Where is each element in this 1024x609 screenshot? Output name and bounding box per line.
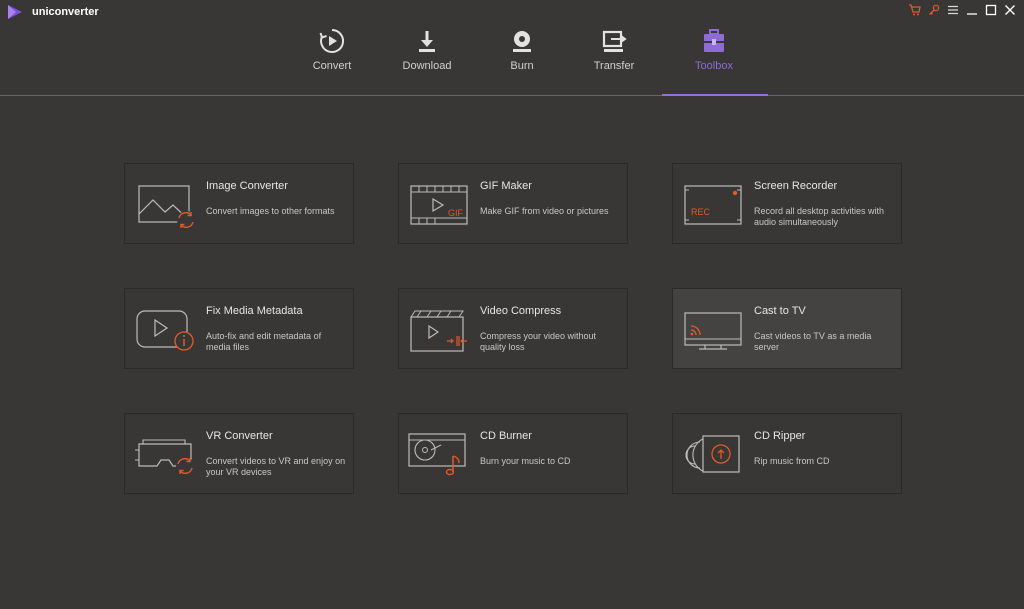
- tool-description: Cast videos to TV as a media server: [754, 331, 872, 352]
- tool-cd-burner[interactable]: CD Burner Burn your music to CD: [398, 413, 628, 494]
- tool-description: Compress your video without quality loss: [480, 331, 597, 352]
- tool-description: Rip music from CD: [754, 456, 830, 466]
- cast-tv-icon: [684, 312, 742, 350]
- tool-fix-media-metadata[interactable]: Fix Media Metadata Auto-fix and edit met…: [124, 288, 354, 369]
- tool-image-converter[interactable]: Image Converter Convert images to other …: [124, 163, 354, 244]
- main-nav: Convert Download Burn Transfer Toolbox: [0, 0, 1024, 96]
- tool-description: Convert images to other formats: [206, 206, 335, 216]
- tool-description: Record all desktop activities with audio…: [754, 206, 885, 227]
- vr-converter-icon: [135, 439, 194, 475]
- gif-label: GIF: [448, 208, 464, 218]
- screen-recorder-icon: REC: [684, 185, 742, 225]
- tool-title: GIF Maker: [480, 180, 532, 192]
- gif-maker-icon: GIF: [410, 185, 468, 225]
- tool-cd-ripper[interactable]: CD Ripper Rip music from CD: [672, 413, 902, 494]
- tool-gif-maker[interactable]: GIF GIF Maker Make GIF from video or pic…: [398, 163, 628, 244]
- tool-title: VR Converter: [206, 430, 273, 442]
- tab-burn[interactable]: Burn: [477, 26, 567, 86]
- video-compress-icon: [410, 310, 467, 352]
- fix-metadata-icon: [136, 310, 194, 351]
- tool-description: Convert videos to VR and enjoy on your V…: [206, 456, 346, 477]
- tab-toolbox[interactable]: Toolbox: [669, 26, 759, 86]
- transfer-icon: [569, 26, 659, 56]
- tool-vr-converter[interactable]: VR Converter Convert videos to VR and en…: [124, 413, 354, 494]
- tool-title: Video Compress: [480, 305, 562, 317]
- tool-screen-recorder[interactable]: REC Screen Recorder Record all desktop a…: [672, 163, 902, 244]
- tab-download[interactable]: Download: [382, 26, 472, 86]
- tool-title: Fix Media Metadata: [206, 305, 303, 317]
- cd-ripper-icon: [685, 435, 740, 473]
- toolbox-panel: Image Converter Convert images to other …: [0, 96, 1024, 609]
- cd-burner-icon: [408, 433, 466, 476]
- image-converter-icon: [138, 185, 195, 228]
- tool-title: Image Converter: [206, 180, 288, 192]
- tool-description: Burn your music to CD: [480, 456, 571, 466]
- tab-convert[interactable]: Convert: [287, 26, 377, 86]
- tool-cast-to-tv[interactable]: Cast to TV Cast videos to TV as a media …: [672, 288, 902, 369]
- tool-title: Cast to TV: [754, 305, 806, 317]
- rec-label: REC: [691, 207, 711, 217]
- tool-description: Make GIF from video or pictures: [480, 206, 609, 216]
- tool-video-compress[interactable]: Video Compress Compress your video witho…: [398, 288, 628, 369]
- tool-title: CD Burner: [480, 430, 532, 442]
- tool-title: Screen Recorder: [754, 180, 838, 192]
- tool-title: CD Ripper: [754, 430, 806, 442]
- toolbox-icon: [669, 26, 759, 56]
- tab-transfer[interactable]: Transfer: [569, 26, 659, 86]
- tool-description: Auto-fix and edit metadata of media file…: [206, 331, 322, 352]
- convert-icon: [287, 26, 377, 56]
- download-icon: [382, 26, 472, 56]
- burn-icon: [477, 26, 567, 56]
